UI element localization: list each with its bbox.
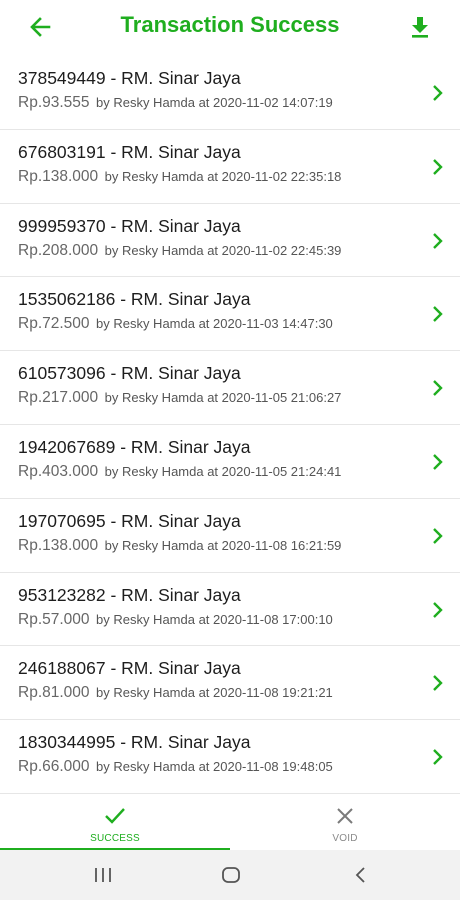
transaction-row[interactable]: 1942067689 - RM. Sinar Jaya Rp.403.000 b… <box>0 425 460 499</box>
chevron-right-icon <box>433 306 443 323</box>
transaction-meta: by Resky Hamda at 2020-11-08 17:00:10 <box>95 611 333 627</box>
transaction-meta: by Resky Hamda at 2020-11-08 19:21:21 <box>95 685 333 701</box>
transaction-amount: Rp.138.000 <box>18 167 99 185</box>
transaction-meta: by Resky Hamda at 2020-11-02 22:35:18 <box>104 168 342 184</box>
home-button[interactable] <box>216 862 246 888</box>
transaction-title: 378549449 - RM. Sinar Jaya <box>18 68 241 88</box>
home-icon <box>222 867 240 883</box>
transaction-title: 610573096 - RM. Sinar Jaya <box>18 363 241 384</box>
chevron-right-icon <box>433 454 443 470</box>
transaction-amount: Rp.57.000 <box>18 610 90 628</box>
transaction-meta: by Resky Hamda at 2020-11-02 22:45:39 <box>104 242 342 258</box>
chevron-right-icon <box>433 85 443 101</box>
tab-void-label: VOID <box>332 833 358 844</box>
chevron-right-icon <box>433 527 443 544</box>
transaction-meta: by Resky Hamda at 2020-11-03 14:47:30 <box>95 316 333 332</box>
check-icon <box>105 808 125 824</box>
tab-void[interactable]: VOID <box>230 798 460 850</box>
transaction-amount: Rp.217.000 <box>18 389 99 407</box>
download-icon <box>412 17 428 38</box>
transaction-amount: Rp.72.500 <box>18 315 90 333</box>
transaction-title: 1830344995 - RM. Sinar Jaya <box>18 732 251 753</box>
transaction-row[interactable]: 246188067 - RM. Sinar Jaya Rp.81.000 by … <box>0 646 460 721</box>
transaction-amount: Rp.66.000 <box>18 758 90 776</box>
transaction-row[interactable]: 999959370 - RM. Sinar Jaya Rp.208.000 by… <box>0 204 460 278</box>
transaction-title: 197070695 - RM. Sinar Jaya <box>18 510 241 531</box>
transaction-meta: by Resky Hamda at 2020-11-02 14:07:19 <box>95 95 333 110</box>
transaction-row[interactable]: 197070695 - RM. Sinar Jaya Rp.138.000 by… <box>0 499 460 573</box>
transaction-row[interactable]: 1830344995 - RM. Sinar Jaya Rp.66.000 by… <box>0 720 460 794</box>
transaction-title: 676803191 - RM. Sinar Jaya <box>18 141 241 162</box>
download-button[interactable] <box>406 13 434 41</box>
transaction-row[interactable]: 953123282 - RM. Sinar Jaya Rp.57.000 by … <box>0 573 460 647</box>
system-back-icon <box>355 867 365 883</box>
tab-success[interactable]: SUCCESS <box>0 798 230 850</box>
transaction-meta: by Resky Hamda at 2020-11-08 16:21:59 <box>104 537 342 553</box>
tab-success-label: SUCCESS <box>90 833 140 844</box>
page-title: Transaction Success <box>120 12 340 37</box>
transaction-amount: Rp.93.555 <box>18 94 90 111</box>
transaction-list: 378549449 - RM. Sinar Jaya Rp.93.555 by … <box>0 56 460 794</box>
recents-icon <box>95 868 111 882</box>
close-icon <box>337 808 353 824</box>
transaction-meta: by Resky Hamda at 2020-11-08 19:48:05 <box>95 759 333 775</box>
chevron-right-icon <box>433 232 443 249</box>
transaction-title: 1535062186 - RM. Sinar Jaya <box>18 289 251 310</box>
app-bar: Transaction Success <box>0 0 460 55</box>
transaction-row[interactable]: 676803191 - RM. Sinar Jaya Rp.138.000 by… <box>0 130 460 204</box>
transaction-meta: by Resky Hamda at 2020-11-05 21:24:41 <box>104 463 342 479</box>
recents-button[interactable] <box>88 862 118 888</box>
bottom-tab-bar: SUCCESS VOID <box>0 798 460 850</box>
chevron-right-icon <box>433 158 443 175</box>
transaction-title: 953123282 - RM. Sinar Jaya <box>18 584 241 605</box>
transaction-amount: Rp.403.000 <box>18 462 99 480</box>
transaction-row[interactable]: 610573096 - RM. Sinar Jaya Rp.217.000 by… <box>0 351 460 425</box>
transaction-amount: Rp.208.000 <box>18 241 99 259</box>
chevron-right-icon <box>433 601 443 618</box>
chevron-right-icon <box>433 749 443 766</box>
transaction-title: 246188067 - RM. Sinar Jaya <box>18 658 241 679</box>
transaction-meta: by Resky Hamda at 2020-11-05 21:06:27 <box>104 390 342 406</box>
system-back-button[interactable] <box>346 862 376 888</box>
transaction-row[interactable]: 1535062186 - RM. Sinar Jaya Rp.72.500 by… <box>0 277 460 352</box>
system-navigation-bar <box>0 850 460 900</box>
chevron-right-icon <box>433 675 443 692</box>
transaction-amount: Rp.138.000 <box>18 536 99 554</box>
transaction-row[interactable]: 378549449 - RM. Sinar Jaya Rp.93.555 by … <box>0 56 460 130</box>
transaction-amount: Rp.81.000 <box>18 684 90 702</box>
transaction-title: 999959370 - RM. Sinar Jaya <box>18 215 241 236</box>
transaction-title: 1942067689 - RM. Sinar Jaya <box>18 436 251 457</box>
chevron-right-icon <box>433 380 443 397</box>
